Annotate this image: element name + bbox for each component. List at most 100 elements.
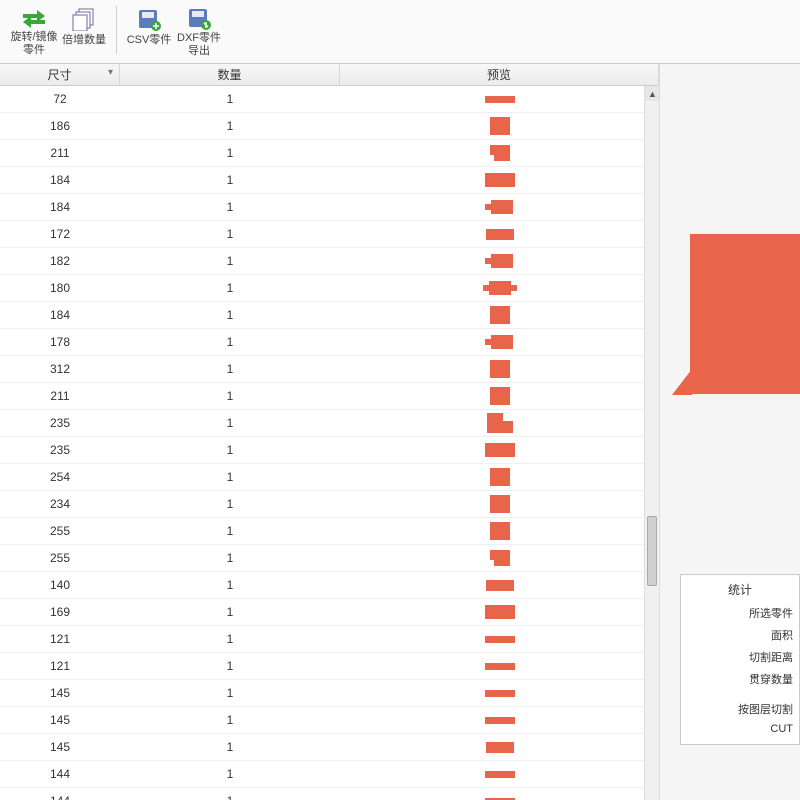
toolbar-separator: [116, 6, 117, 54]
table-row[interactable]: 184 1: [0, 302, 659, 329]
cell-qty: 1: [120, 119, 340, 133]
large-part-preview: [690, 234, 800, 394]
table-row[interactable]: 184 1: [0, 194, 659, 221]
table-row[interactable]: 145 1: [0, 734, 659, 761]
table-row[interactable]: 211 1: [0, 383, 659, 410]
rotate-mirror-button[interactable]: 旋转/镜像 零件: [12, 4, 56, 57]
table-row[interactable]: 144 1: [0, 761, 659, 788]
table-row[interactable]: 144 1: [0, 788, 659, 800]
cell-preview: [340, 663, 659, 670]
cell-size: 211: [0, 389, 120, 403]
dxf-parts-button[interactable]: DXF零件 导出: [177, 4, 221, 57]
cell-qty: 1: [120, 578, 340, 592]
cell-qty: 1: [120, 227, 340, 241]
cell-qty: 1: [120, 200, 340, 214]
cell-size: 234: [0, 497, 120, 511]
cell-preview: [340, 636, 659, 643]
table-row[interactable]: 184 1: [0, 167, 659, 194]
table-row[interactable]: 178 1: [0, 329, 659, 356]
cell-preview: [340, 279, 659, 297]
table-row[interactable]: 172 1: [0, 221, 659, 248]
multiply-qty-button[interactable]: 倍增数量: [62, 4, 106, 57]
table-row[interactable]: 145 1: [0, 680, 659, 707]
table-row[interactable]: 255 1: [0, 545, 659, 572]
cell-preview: [340, 580, 659, 591]
scroll-thumb[interactable]: [647, 516, 657, 586]
th-preview[interactable]: 预览: [340, 64, 659, 86]
filter-icon[interactable]: ▾: [108, 67, 113, 78]
cell-size: 172: [0, 227, 120, 241]
table-row[interactable]: 72 1: [0, 86, 659, 113]
th-qty[interactable]: 数量: [120, 64, 340, 86]
table-row[interactable]: 234 1: [0, 491, 659, 518]
cell-preview: [340, 229, 659, 240]
table-row[interactable]: 312 1: [0, 356, 659, 383]
cell-qty: 1: [120, 605, 340, 619]
stats-pierce-count: 贯穿数量: [687, 668, 793, 690]
rotate-arrows-icon: [20, 6, 48, 29]
th-size[interactable]: 尺寸 ▾: [0, 64, 120, 86]
scroll-up-icon[interactable]: ▲: [645, 86, 660, 101]
csv-parts-button[interactable]: CSV零件: [127, 4, 171, 57]
cell-qty: 1: [120, 524, 340, 538]
cell-qty: 1: [120, 632, 340, 646]
cell-preview: [340, 717, 659, 724]
cell-preview: [340, 742, 659, 753]
cell-preview: [340, 605, 659, 619]
csv-parts-label: CSV零件: [127, 34, 172, 47]
cell-preview: [340, 548, 659, 568]
table-row[interactable]: 121 1: [0, 626, 659, 653]
cell-size: 182: [0, 254, 120, 268]
th-size-label: 尺寸: [47, 68, 71, 82]
table-row[interactable]: 145 1: [0, 707, 659, 734]
cell-preview: [340, 690, 659, 697]
table-row[interactable]: 182 1: [0, 248, 659, 275]
table-row[interactable]: 140 1: [0, 572, 659, 599]
cell-preview: [340, 387, 659, 405]
cell-qty: 1: [120, 389, 340, 403]
cell-qty: 1: [120, 92, 340, 106]
cell-qty: 1: [120, 254, 340, 268]
table-row[interactable]: 186 1: [0, 113, 659, 140]
toolbar-group-transform: 旋转/镜像 零件 倍增数量: [6, 4, 112, 57]
cell-qty: 1: [120, 767, 340, 781]
th-qty-label: 数量: [217, 68, 241, 82]
table-row[interactable]: 235 1: [0, 410, 659, 437]
table-row[interactable]: 211 1: [0, 140, 659, 167]
cell-size: 312: [0, 362, 120, 376]
cell-qty: 1: [120, 497, 340, 511]
cell-size: 145: [0, 686, 120, 700]
cell-qty: 1: [120, 308, 340, 322]
cell-size: 235: [0, 443, 120, 457]
cell-size: 186: [0, 119, 120, 133]
dxf-parts-label2: 导出: [188, 45, 210, 58]
cell-size: 184: [0, 308, 120, 322]
cell-preview: [340, 143, 659, 163]
cell-size: 145: [0, 713, 120, 727]
stats-panel: 统计 所选零件 面积 切割距离 贯穿数量 按图层切割 CUT: [680, 574, 800, 745]
vertical-scrollbar[interactable]: ▲: [644, 86, 659, 800]
toolbar-group-export: CSV零件 DXF零件 导出: [121, 4, 227, 57]
cell-qty: 1: [120, 551, 340, 565]
cell-size: 180: [0, 281, 120, 295]
cell-size: 144: [0, 794, 120, 800]
stats-cut-distance: 切割距离: [687, 646, 793, 668]
table-row[interactable]: 254 1: [0, 464, 659, 491]
table-row[interactable]: 169 1: [0, 599, 659, 626]
cell-size: 235: [0, 416, 120, 430]
cell-size: 72: [0, 92, 120, 106]
dxf-parts-label: DXF零件: [177, 32, 221, 45]
cell-qty: 1: [120, 146, 340, 160]
cell-qty: 1: [120, 443, 340, 457]
cell-preview: [340, 252, 659, 270]
table-row[interactable]: 235 1: [0, 437, 659, 464]
cell-qty: 1: [120, 173, 340, 187]
rotate-mirror-label: 旋转/镜像: [10, 31, 57, 44]
table-body[interactable]: 72 1 186 1 211 1 184 1 184 1 172 1 182 1…: [0, 86, 659, 800]
table-row[interactable]: 180 1: [0, 275, 659, 302]
table-row[interactable]: 121 1: [0, 653, 659, 680]
cell-preview: [340, 443, 659, 457]
stats-title: 统计: [687, 581, 793, 598]
cell-size: 184: [0, 200, 120, 214]
table-row[interactable]: 255 1: [0, 518, 659, 545]
